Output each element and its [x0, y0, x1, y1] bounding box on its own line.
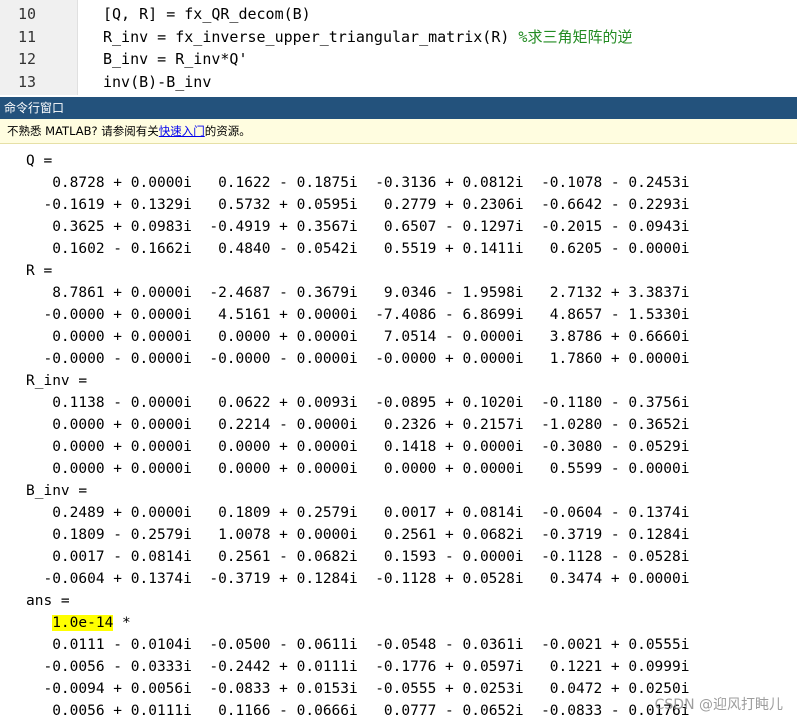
output-text: 0.1602 - 0.1662i 0.4840 - 0.0542i 0.5519…	[52, 241, 690, 257]
output-line: -0.0094 + 0.0056i -0.0833 + 0.0153i -0.0…	[26, 678, 689, 700]
output-line: 0.0000 + 0.0000i 0.0000 + 0.0000i 0.1418…	[26, 436, 689, 458]
command-window-title-label: 命令行窗口	[4, 101, 65, 115]
editor-code: B_inv = R_inv*Q'	[103, 48, 248, 70]
output-text: 0.2489 + 0.0000i 0.1809 + 0.2579i 0.0017…	[52, 505, 690, 521]
output-text: 0.0111 - 0.0104i -0.0500 - 0.0611i -0.05…	[52, 637, 690, 653]
output-suffix: *	[113, 615, 131, 631]
variable-name-line: Q =	[26, 150, 52, 172]
variable-name-line: ans =	[26, 590, 70, 612]
output-text: R_inv =	[26, 373, 88, 389]
code-text: [Q, R] = fx_QR_decom(B)	[103, 5, 311, 23]
editor-code: inv(B)-B_inv	[103, 71, 211, 93]
output-line: 0.0056 + 0.0111i 0.1166 - 0.0666i 0.0777…	[26, 700, 689, 722]
output-text: 0.0000 + 0.0000i 0.0000 + 0.0000i 7.0514…	[52, 329, 690, 345]
output-line: 8.7861 + 0.0000i -2.4687 - 0.3679i 9.034…	[26, 282, 689, 304]
output-text: -0.0000 - 0.0000i -0.0000 - 0.0000i -0.0…	[43, 351, 690, 367]
output-text: 8.7861 + 0.0000i -2.4687 - 0.3679i 9.034…	[52, 285, 690, 301]
output-line: 0.1138 - 0.0000i 0.0622 + 0.0093i -0.089…	[26, 392, 689, 414]
output-line: 0.1602 - 0.1662i 0.4840 - 0.0542i 0.5519…	[26, 238, 689, 260]
variable-name-line: R =	[26, 260, 52, 282]
output-line: 0.0000 + 0.0000i 0.0000 + 0.0000i 0.0000…	[26, 458, 689, 480]
output-text: 0.0000 + 0.0000i 0.0000 + 0.0000i 0.1418…	[52, 439, 690, 455]
output-text: 0.1138 - 0.0000i 0.0622 + 0.0093i -0.089…	[52, 395, 690, 411]
code-text: B_inv = R_inv*Q'	[103, 50, 248, 68]
output-text: 0.1809 - 0.2579i 1.0078 + 0.0000i 0.2561…	[52, 527, 690, 543]
output-text: ans =	[26, 593, 70, 609]
line-number: 13	[17, 72, 36, 91]
output-text: -0.0000 + 0.0000i 4.5161 + 0.0000i -7.40…	[43, 307, 690, 323]
code-editor[interactable]: 10 [Q, R] = fx_QR_decom(B) 11 R_inv = fx_in…	[0, 0, 797, 95]
code-comment: %求三角矩阵的逆	[518, 27, 633, 46]
line-number: 11	[17, 27, 36, 46]
output-line: 1.0e-14 *	[26, 612, 131, 634]
getting-started-notice: 不熟悉 MATLAB? 请参阅有关快速入门的资源。	[0, 119, 797, 144]
output-text: -0.0604 + 0.1374i -0.3719 + 0.1284i -0.1…	[43, 571, 690, 587]
code-text: inv(B)-B_inv	[103, 72, 212, 91]
output-line: 0.0000 + 0.0000i 0.2214 - 0.0000i 0.2326…	[26, 414, 689, 436]
output-line: 0.3625 + 0.0983i -0.4919 + 0.3567i 0.650…	[26, 216, 689, 238]
output-text: -0.1619 + 0.1329i 0.5732 + 0.0595i 0.277…	[43, 197, 690, 213]
output-line: -0.0604 + 0.1374i -0.3719 + 0.1284i -0.1…	[26, 568, 689, 590]
output-text: 0.3625 + 0.0983i -0.4919 + 0.3567i 0.650…	[52, 219, 690, 235]
line-number: 12	[17, 50, 36, 68]
output-text: B_inv =	[26, 483, 88, 499]
output-line: 0.2489 + 0.0000i 0.1809 + 0.2579i 0.0017…	[26, 502, 689, 524]
watermark: CSDN @迎风打盹儿	[654, 697, 783, 713]
notice-text-after: 的资源。	[204, 124, 251, 138]
editor-code: R_inv = fx_inverse_upper_triangular_matr…	[103, 26, 632, 48]
output-text: -0.0056 - 0.0333i -0.2442 + 0.0111i -0.1…	[43, 659, 690, 675]
highlighted-scale-factor: 1.0e-14	[52, 615, 114, 631]
line-number: 10	[17, 5, 36, 23]
output-line: 0.0111 - 0.0104i -0.0500 - 0.0611i -0.05…	[26, 634, 689, 656]
output-line: 0.0000 + 0.0000i 0.0000 + 0.0000i 7.0514…	[26, 326, 689, 348]
output-text: Q =	[26, 153, 53, 169]
output-line: -0.0000 - 0.0000i -0.0000 - 0.0000i -0.0…	[26, 348, 689, 370]
output-line: 0.8728 + 0.0000i 0.1622 - 0.1875i -0.313…	[26, 172, 689, 194]
output-line: 0.0017 - 0.0814i 0.2561 - 0.0682i 0.1593…	[26, 546, 689, 568]
output-text: 0.8728 + 0.0000i 0.1622 - 0.1875i -0.313…	[52, 175, 690, 191]
output-text: 0.0056 + 0.0111i 0.1166 - 0.0666i 0.0777…	[52, 703, 690, 719]
output-line: -0.0056 - 0.0333i -0.2442 + 0.0111i -0.1…	[26, 656, 689, 678]
output-line: 0.1809 - 0.2579i 1.0078 + 0.0000i 0.2561…	[26, 524, 689, 546]
output-text: 0.0000 + 0.0000i 0.0000 + 0.0000i 0.0000…	[52, 461, 690, 477]
notice-text-before: 不熟悉 MATLAB? 请参阅有关	[7, 124, 159, 138]
output-text: -0.0094 + 0.0056i -0.0833 + 0.0153i -0.0…	[43, 681, 690, 697]
editor-code: [Q, R] = fx_QR_decom(B)	[103, 3, 311, 25]
getting-started-link[interactable]: 快速入门	[159, 124, 205, 138]
variable-name-line: R_inv =	[26, 370, 87, 392]
output-line: -0.0000 + 0.0000i 4.5161 + 0.0000i -7.40…	[26, 304, 689, 326]
output-line: -0.1619 + 0.1329i 0.5732 + 0.0595i 0.277…	[26, 194, 689, 216]
output-text: 0.0017 - 0.0814i 0.2561 - 0.0682i 0.1593…	[52, 549, 690, 565]
output-text: R =	[26, 263, 53, 279]
command-window-title: 命令行窗口	[0, 97, 797, 119]
code-text: R_inv = fx_inverse_upper_triangular_matr…	[103, 27, 519, 46]
variable-name-line: B_inv =	[26, 480, 87, 502]
output-text: 0.0000 + 0.0000i 0.2214 - 0.0000i 0.2326…	[52, 417, 690, 433]
command-window-output[interactable]: Q = 0.8728 + 0.0000i 0.1622 - 0.1875i -0…	[0, 145, 797, 725]
